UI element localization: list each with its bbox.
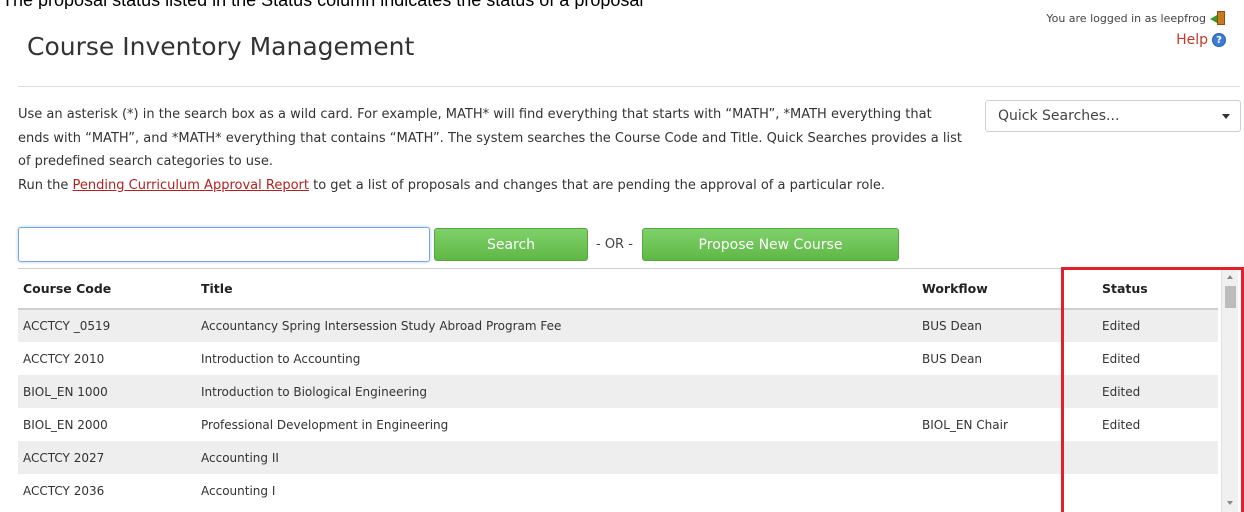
table-row[interactable]: ACCTCY 2036 Accounting I (18, 474, 1218, 507)
header-status[interactable]: Status (1062, 269, 1218, 310)
caption-fragment: The proposal status listed in the Status… (0, 0, 1244, 9)
table-scrollbar[interactable] (1221, 268, 1238, 512)
cell-title: Introduction to Accounting (196, 342, 917, 375)
cell-status (1062, 441, 1218, 474)
report-line: Run the Pending Curriculum Approval Repo… (18, 174, 963, 198)
scroll-thumb[interactable] (1225, 286, 1236, 308)
cell-workflow: BUS Dean (917, 342, 1062, 375)
or-separator: - OR - (596, 237, 633, 252)
cell-course-code: ACCTCY 2010 (18, 342, 196, 375)
cell-title: Introduction to Biological Engineering (196, 375, 917, 408)
cell-status: Edited (1062, 342, 1218, 375)
instructions-text: Use an asterisk (*) in the search box as… (18, 107, 962, 169)
door-exit-icon[interactable] (1210, 10, 1226, 26)
course-table: Course Code Title Workflow Status ACCTCY… (18, 269, 1218, 507)
cell-status: Edited (1062, 375, 1218, 408)
cell-title: Accountancy Spring Intersession Study Ab… (196, 309, 917, 342)
cell-course-code: BIOL_EN 1000 (18, 375, 196, 408)
table-row[interactable]: ACCTCY 2010 Introduction to Accounting B… (18, 342, 1218, 375)
cell-status: Edited (1062, 309, 1218, 342)
cell-status: Edited (1062, 408, 1218, 441)
course-table-container: Course Code Title Workflow Status ACCTCY… (18, 268, 1240, 512)
cell-status (1062, 474, 1218, 507)
quick-searches-select[interactable]: Quick Searches... (985, 100, 1241, 132)
cell-title: Accounting I (196, 474, 917, 507)
cell-course-code: ACCTCY _0519 (18, 309, 196, 342)
caption-text: The proposal status listed in the Status… (2, 0, 643, 9)
pending-report-link[interactable]: Pending Curriculum Approval Report (73, 178, 309, 193)
cell-workflow: BIOL_EN Chair (917, 408, 1062, 441)
cell-course-code: BIOL_EN 2000 (18, 408, 196, 441)
page-title: Course Inventory Management (27, 32, 415, 61)
table-row[interactable]: BIOL_EN 2000 Professional Development in… (18, 408, 1218, 441)
table-row[interactable]: ACCTCY _0519 Accountancy Spring Interses… (18, 309, 1218, 342)
cell-workflow (917, 474, 1062, 507)
header-divider (18, 86, 1240, 87)
cell-workflow (917, 441, 1062, 474)
cell-workflow (917, 375, 1062, 408)
header-title[interactable]: Title (196, 269, 917, 310)
report-prefix: Run the (18, 177, 73, 193)
cell-title: Professional Development in Engineering (196, 408, 917, 441)
help-link[interactable]: Help (1176, 32, 1208, 48)
cell-course-code: ACCTCY 2036 (18, 474, 196, 507)
user-panel: You are logged in as leepfrog Help ? (1046, 10, 1226, 48)
report-suffix: to get a list of proposals and changes t… (308, 177, 886, 193)
logged-in-text: You are logged in as leepfrog (1046, 11, 1206, 25)
help-question-icon[interactable]: ? (1212, 33, 1226, 47)
scroll-down-icon[interactable] (1227, 501, 1233, 505)
table-row[interactable]: BIOL_EN 1000 Introduction to Biological … (18, 375, 1218, 408)
propose-new-course-button[interactable]: Propose New Course (642, 228, 899, 261)
cell-workflow: BUS Dean (917, 309, 1062, 342)
table-header-row: Course Code Title Workflow Status (18, 269, 1218, 310)
header-workflow[interactable]: Workflow (917, 269, 1062, 310)
quick-searches-value: Quick Searches... (998, 108, 1120, 124)
search-input[interactable] (18, 227, 430, 262)
table-row[interactable]: ACCTCY 2027 Accounting II (18, 441, 1218, 474)
scroll-up-icon[interactable] (1227, 275, 1233, 279)
chevron-down-icon (1222, 114, 1230, 119)
search-button[interactable]: Search (434, 228, 588, 261)
instructions: Use an asterisk (*) in the search box as… (18, 103, 963, 197)
cell-course-code: ACCTCY 2027 (18, 441, 196, 474)
cell-title: Accounting II (196, 441, 917, 474)
header-course-code[interactable]: Course Code (18, 269, 196, 310)
